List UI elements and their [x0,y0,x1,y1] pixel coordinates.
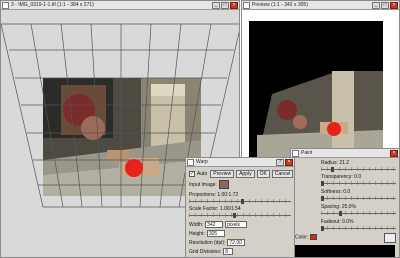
paint-title: Paint [301,149,313,156]
width-row: Width: 342 pixels [189,221,291,228]
image-icon [243,1,250,9]
paint-icon [292,149,299,157]
warp-title: Warp [196,158,208,165]
brush-icon[interactable] [384,233,396,243]
preview-window-titlebar[interactable]: Preview (1:1 - 342 x 305) _ □ × [242,1,399,10]
resolution-label: Resolution (dpi): [189,239,226,246]
proportions-label: Proportions: 1.00:1.72 [189,192,239,198]
close-button[interactable]: × [390,1,398,9]
warp-titlebar[interactable]: Warp ? × [186,158,294,167]
scale-factor-slider[interactable] [189,213,291,218]
brush-preview [295,245,395,257]
radius-label: Radius: 21.2 [321,160,350,166]
close-button[interactable]: × [285,158,293,166]
preview-button[interactable]: Preview [210,170,235,178]
grid-divisions-label: Grid Divisions: [189,248,222,255]
grid-divisions-row: Grid Divisions: 8 [189,248,291,255]
maximize-button[interactable]: □ [381,1,389,9]
photo [43,78,201,196]
input-image-thumbnail[interactable] [218,180,229,189]
warp-button-row: ✓ Auto Preview Apply OK Cancel [189,170,294,178]
close-button[interactable]: × [230,1,238,9]
width-label: Width: [189,221,204,228]
desktop-stage: 3 - IMG_0319-1-1.tif (1:1 - 384 x 271) _… [0,0,400,258]
fadeout-label: Fadeout: 0.0% [321,219,354,225]
radius-slider[interactable] [321,167,396,172]
help-button[interactable]: ? [276,158,284,166]
maximize-button[interactable]: □ [221,1,229,9]
preview-paint-mark [327,122,341,136]
scale-factor-label: Scale Factor: 1.00/1.54 [189,206,241,212]
paint-panel[interactable]: Paint × Radius: 21.2 Transparency: 0.0 S… [290,148,400,258]
width-input[interactable]: 342 [205,221,224,228]
paint-brush-cursor[interactable] [125,159,143,177]
transparency-slider[interactable] [321,181,396,186]
ok-button[interactable]: OK [256,170,270,178]
minimize-button[interactable]: _ [212,1,220,9]
paint-titlebar[interactable]: Paint × [291,149,399,158]
apply-button[interactable]: Apply [236,170,255,178]
image-window-titlebar[interactable]: 3 - IMG_0319-1-1.tif (1:1 - 384 x 271) _… [1,1,239,10]
minimize-button[interactable]: _ [372,1,380,9]
unit-select[interactable]: pixels [225,221,248,228]
input-image-label: Input Image: [189,181,217,188]
image-window-title: 3 - IMG_0319-1-1.tif (1:1 - 384 x 271) [11,1,94,8]
grid-divisions-input[interactable]: 8 [223,248,234,255]
close-button[interactable]: × [390,149,398,157]
warp-icon [187,158,194,166]
transparency-label: Transparency: 0.0 [321,174,362,180]
spacing-label: Spacing: 25.0% [321,204,357,210]
warp-dialog[interactable]: Warp ? × ✓ Auto Preview Apply OK Cancel … [185,157,295,258]
height-row: Height: 305 [189,230,291,237]
cancel-button[interactable]: Cancel [271,170,294,178]
preview-window-title: Preview (1:1 - 342 x 305) [252,1,308,8]
image-icon [2,1,9,9]
resolution-input[interactable]: 72.00 [227,239,246,246]
input-image-row: Input Image: [189,180,291,189]
height-input[interactable]: 305 [206,230,225,237]
softness-slider[interactable] [321,196,396,201]
softness-label: Softness: 0.0 [321,189,351,195]
height-label: Height: [189,230,205,237]
spacing-slider[interactable] [321,211,396,216]
color-label: Color: [295,234,318,240]
proportions-slider[interactable] [189,199,291,204]
auto-label: Auto [197,171,208,177]
resolution-row: Resolution (dpi): 72.00 [189,239,291,246]
color-swatch[interactable] [310,234,318,240]
fadeout-slider[interactable] [321,226,396,231]
auto-checkbox[interactable]: ✓ [189,171,195,177]
